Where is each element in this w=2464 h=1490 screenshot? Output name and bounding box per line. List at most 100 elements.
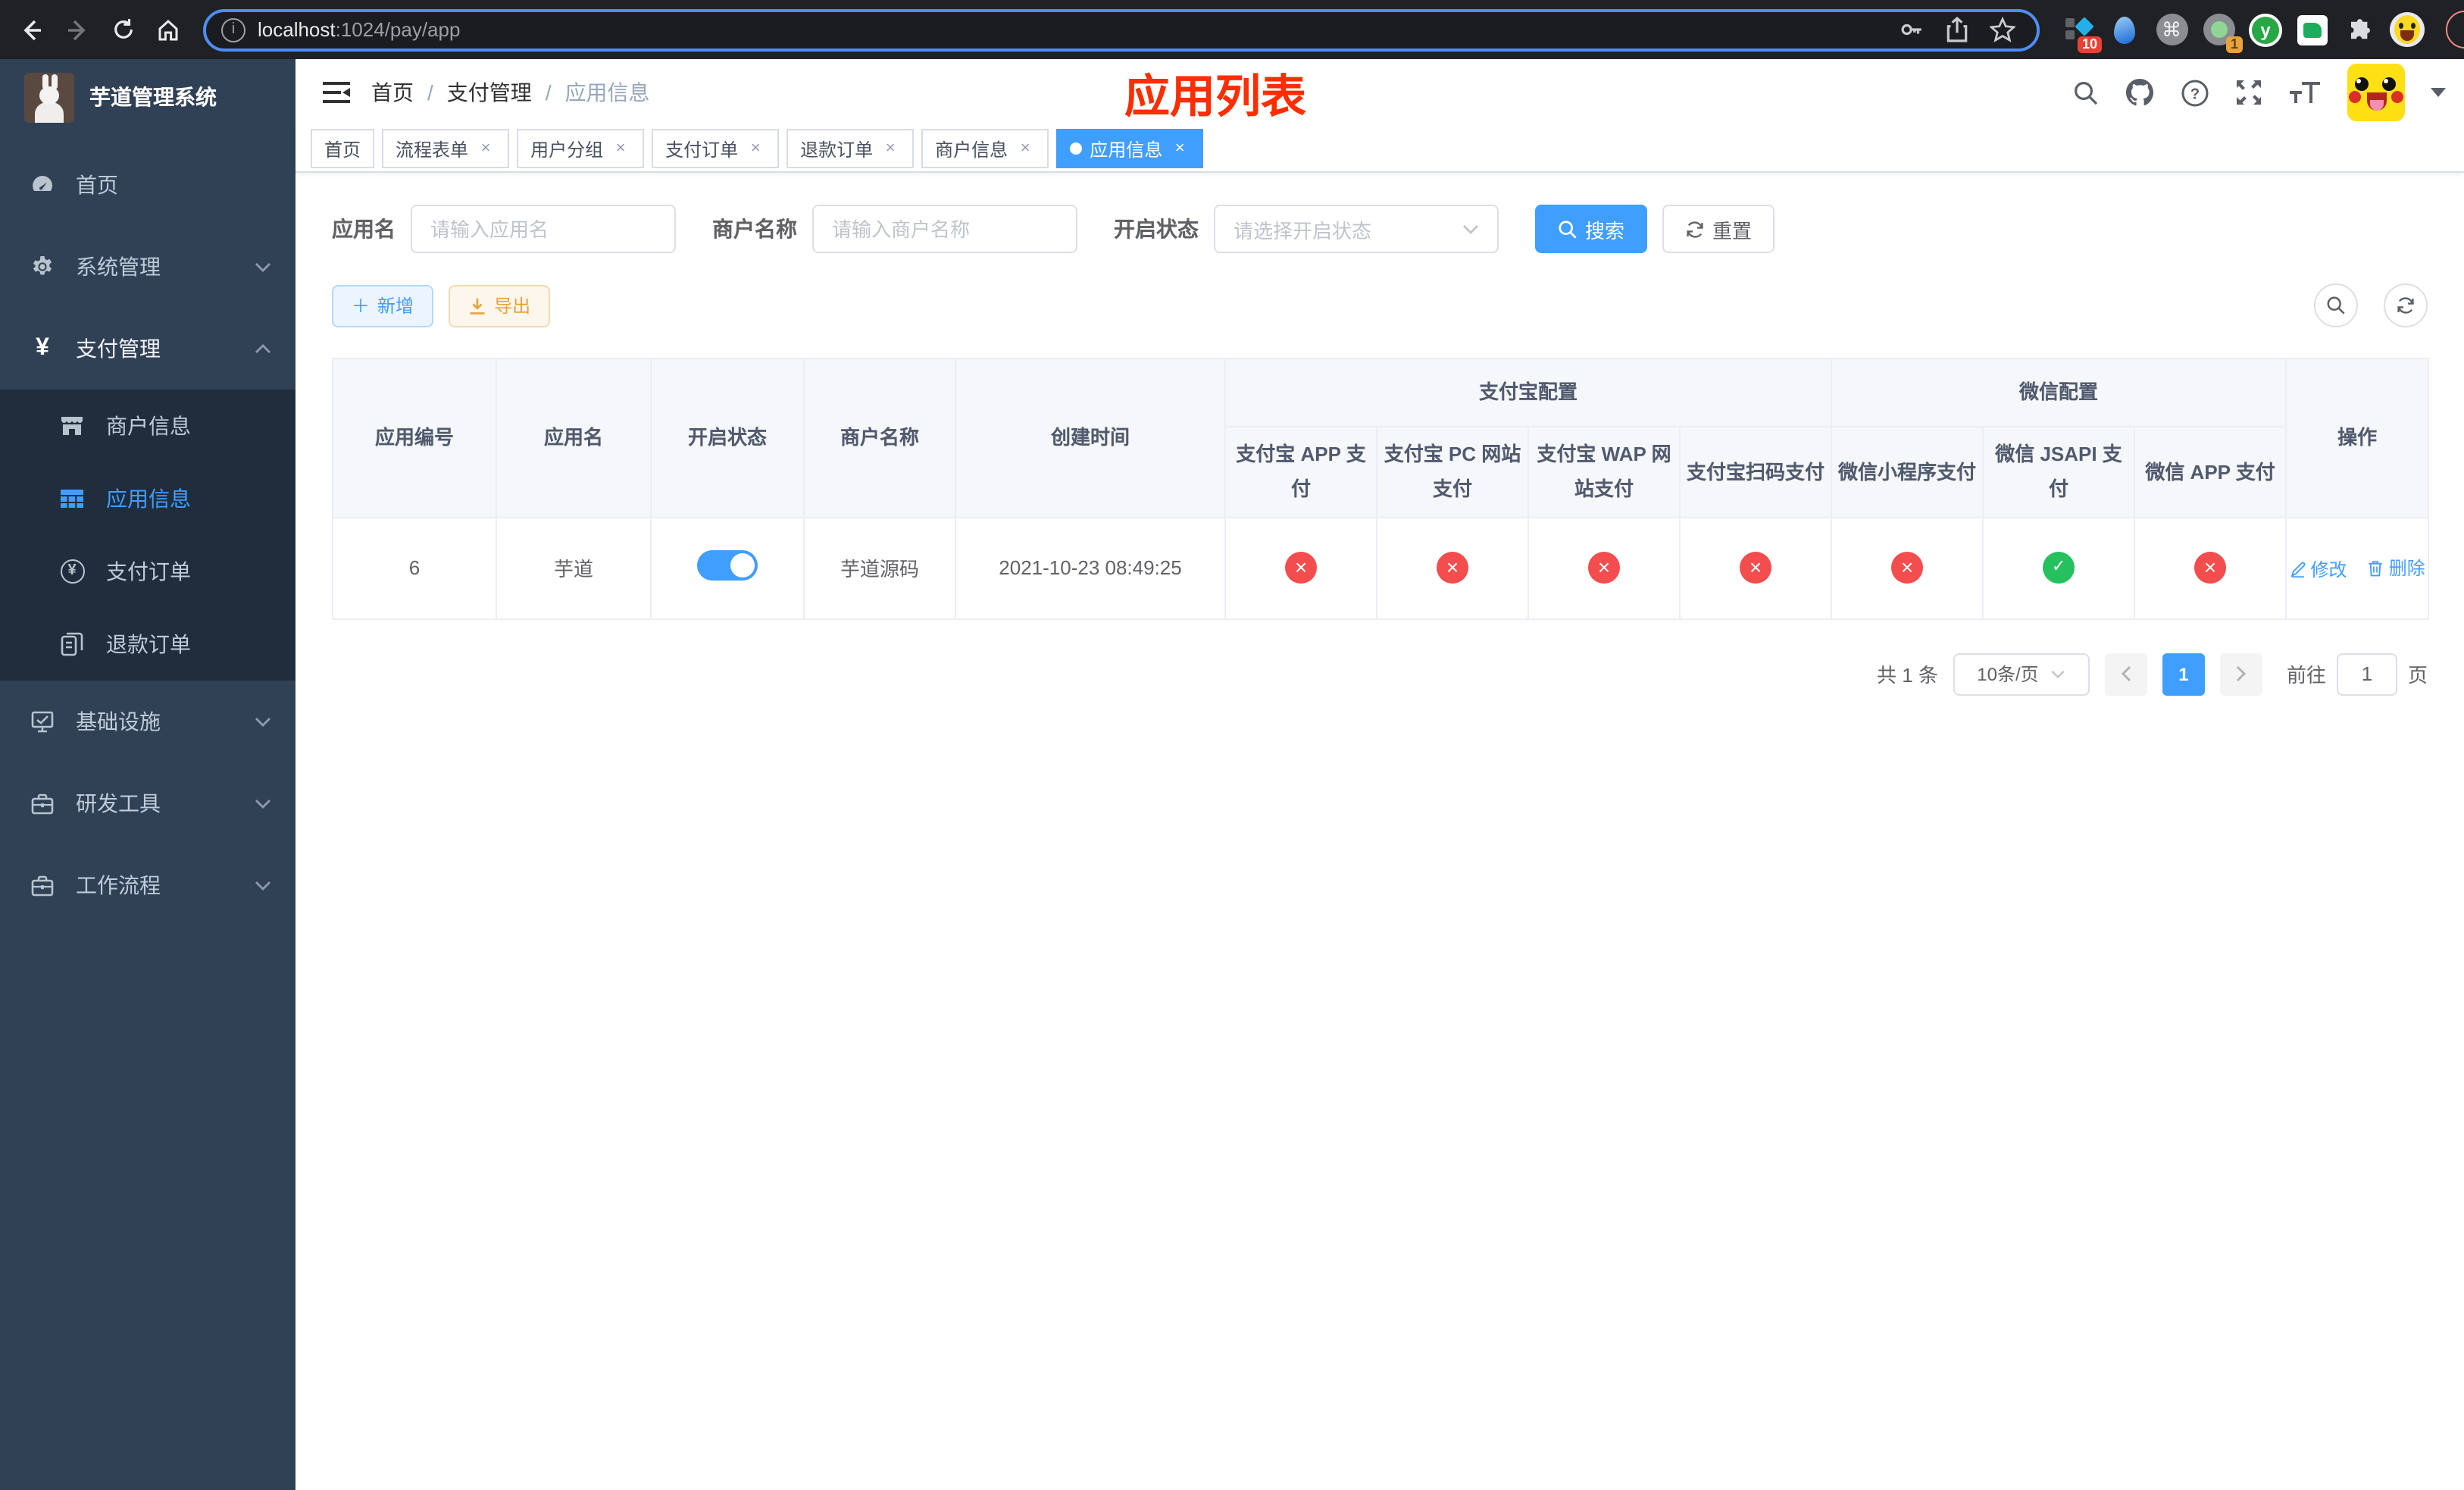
site-info-icon[interactable]: i (221, 17, 245, 42)
sidebar-item-home[interactable]: 首页 (0, 144, 295, 226)
search-icon[interactable] (2073, 80, 2099, 105)
ext-kite-icon[interactable] (2108, 13, 2141, 46)
tag-user-group[interactable]: 用户分组 × (517, 129, 645, 168)
trash-icon (2369, 560, 2383, 576)
tag-close-icon[interactable]: × (746, 139, 765, 158)
fullscreen-icon[interactable] (2235, 79, 2262, 106)
alipay-pc-status-icon (1437, 552, 1468, 584)
address-bar[interactable]: i localhost:1024/pay/app (203, 8, 2040, 51)
sidebar-item-system[interactable]: 系统管理 (0, 226, 295, 308)
user-avatar[interactable] (2347, 64, 2405, 121)
status-select[interactable]: 请选择开启状态 (1214, 205, 1499, 253)
tag-close-icon[interactable]: × (1015, 139, 1035, 158)
tags-view-bar: 首页 流程表单 × 用户分组 × 支付订单 × 退款订单 × 商户信息 × 应用信息 × (295, 126, 2464, 173)
prev-page-button[interactable] (2104, 653, 2147, 696)
monitor-check-icon (30, 709, 55, 734)
refresh-table-button[interactable] (2384, 283, 2428, 327)
ext-command-icon[interactable]: ⌘ (2155, 13, 2188, 46)
shop-icon (59, 414, 85, 438)
col-header-id: 应用编号 (332, 358, 497, 518)
app-title: 芋道管理系统 (89, 85, 217, 109)
delete-link[interactable]: 删除 (2368, 555, 2425, 581)
pencil-icon (2290, 561, 2305, 578)
chevron-down-icon (255, 261, 271, 272)
password-key-icon[interactable] (1899, 17, 1925, 42)
tag-home[interactable]: 首页 (311, 129, 375, 168)
url-host: localhost (258, 18, 336, 41)
reset-button[interactable]: 重置 (1662, 205, 1775, 253)
help-icon[interactable]: ? (2181, 78, 2209, 107)
ext-avocado-icon[interactable]: 1 (2202, 13, 2243, 52)
font-size-icon[interactable] (2288, 80, 2322, 105)
breadcrumb-payment[interactable]: 支付管理 (447, 77, 532, 108)
next-page-button[interactable] (2219, 653, 2262, 696)
ext-y-icon[interactable]: y (2249, 13, 2282, 46)
yen-icon: ¥ (36, 335, 49, 361)
sidebar-item-payment[interactable]: ¥ 支付管理 (0, 308, 295, 390)
status-label: 开启状态 (1114, 217, 1199, 241)
tag-refund-orders[interactable]: 退款订单 × (786, 129, 915, 168)
bookmark-star-icon[interactable] (1990, 17, 2015, 42)
sidebar-collapse-icon[interactable] (323, 82, 350, 103)
export-button[interactable]: 导出 (449, 284, 551, 327)
browser-profile-avatar[interactable] (2390, 12, 2425, 47)
page-size-select[interactable]: 10条/页 (1953, 653, 2090, 696)
tag-close-icon[interactable]: × (611, 139, 630, 158)
browser-back-icon[interactable] (12, 10, 52, 49)
ext-grid-badge: 10 (2077, 36, 2102, 52)
ext-grid-icon[interactable]: 10 (2061, 13, 2102, 52)
breadcrumb-home[interactable]: 首页 (371, 77, 414, 108)
sidebar-item-refund-orders[interactable]: 退款订单 (0, 608, 295, 681)
cell-created-time: 2021-10-23 08:49:25 (955, 516, 1226, 620)
sidebar-item-merchant-info[interactable]: 商户信息 (0, 390, 295, 462)
breadcrumb-separator: / (545, 80, 552, 105)
share-icon[interactable] (1946, 17, 1968, 42)
tag-close-icon[interactable]: × (476, 139, 496, 158)
browser-reload-icon[interactable] (103, 10, 142, 49)
extensions-puzzle-icon[interactable] (2343, 13, 2376, 46)
merchant-name-label: 商户名称 (712, 217, 797, 241)
app-name-input[interactable] (411, 205, 676, 253)
browser-toolbar: i localhost:1024/pay/app 10 ⌘ 1 y (0, 0, 2464, 59)
alipay-wap-status-icon (1588, 552, 1620, 584)
add-button[interactable]: ＋新增 (332, 284, 434, 327)
tag-close-icon[interactable]: × (880, 139, 900, 158)
status-toggle[interactable] (697, 550, 758, 581)
sidebar-item-app-info[interactable]: 应用信息 (0, 462, 295, 535)
ext-chat-icon[interactable] (2296, 13, 2329, 46)
goto-page-input[interactable] (2336, 653, 2397, 696)
search-button[interactable]: 搜索 (1535, 205, 1648, 253)
sidebar-item-infra[interactable]: 基础设施 (0, 681, 295, 762)
sidebar-logo[interactable]: 芋道管理系统 (0, 59, 295, 135)
tag-pay-orders[interactable]: 支付订单 × (652, 129, 780, 168)
github-icon[interactable] (2125, 77, 2155, 108)
sidebar-item-workflow[interactable]: 工作流程 (0, 844, 295, 926)
page-title-annotation: 应用列表 (1124, 73, 1306, 123)
wx-mini-status-icon (1891, 552, 1924, 584)
chevron-left-icon (2121, 666, 2131, 682)
sidebar-item-pay-orders[interactable]: ¥ 支付订单 (0, 535, 295, 608)
pagination: 共 1 条 10条/页 1 前往 页 (332, 653, 2428, 696)
tag-process-form[interactable]: 流程表单 × (382, 129, 510, 168)
filter-form: 应用名 商户名称 开启状态 请选择开启状态 搜索 重置 (332, 205, 2428, 253)
cell-merchant-name: 芋道源码 (803, 516, 956, 620)
tag-close-icon[interactable]: × (1170, 139, 1190, 158)
sidebar-item-dev-tools[interactable]: 研发工具 (0, 762, 295, 844)
active-tag-dot (1070, 142, 1083, 155)
merchant-name-input[interactable] (812, 205, 1077, 253)
app-name-label: 应用名 (332, 217, 396, 241)
browser-home-icon[interactable] (149, 10, 188, 49)
hide-search-button[interactable] (2314, 283, 2358, 327)
page-1-button[interactable]: 1 (2162, 653, 2205, 696)
tag-app-info[interactable]: 应用信息 × (1056, 129, 1204, 168)
tag-merchant-info[interactable]: 商户信息 × (921, 129, 1049, 168)
chrome-update-button[interactable]: 更新 (2446, 11, 2464, 49)
chevron-up-icon (255, 343, 271, 354)
browser-forward-icon[interactable] (58, 10, 97, 49)
download-icon (470, 297, 485, 314)
table-toolbar: ＋新增 导出 (332, 283, 2428, 327)
avatar-caret-icon[interactable] (2431, 88, 2446, 105)
edit-link[interactable]: 修改 (2289, 556, 2347, 581)
col-header-alipay-wap: 支付宝 WAP 网站支付 (1527, 426, 1681, 518)
yen-circle-icon: ¥ (59, 559, 85, 584)
